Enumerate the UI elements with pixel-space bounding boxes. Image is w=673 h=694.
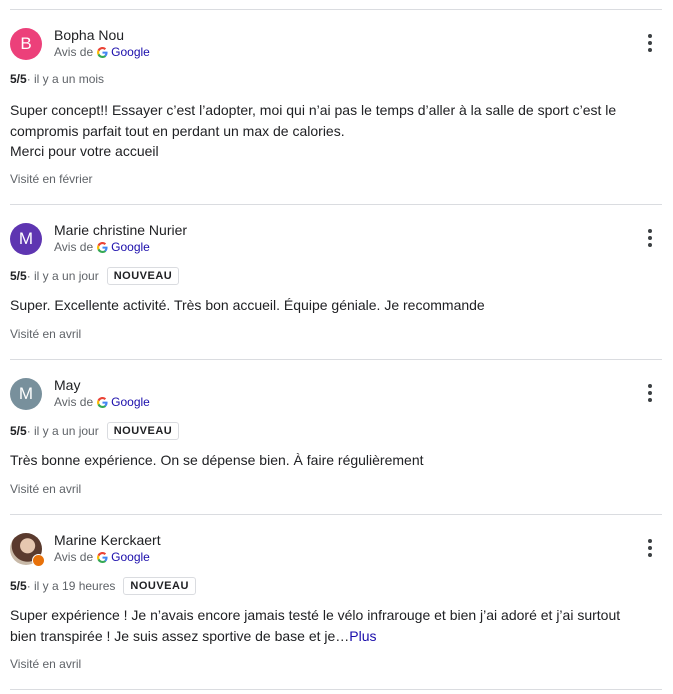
- review-meta: 5/5 · il y a un mois: [10, 72, 104, 86]
- source-prefix: Avis de: [54, 45, 94, 59]
- review-text: Super concept!! Essayer c’est l’adopter,…: [10, 100, 650, 162]
- new-badge: NOUVEAU: [123, 577, 196, 595]
- google-icon: [97, 241, 108, 253]
- review-time: · il y a 19 heures: [26, 579, 116, 593]
- reviewer-name[interactable]: May: [54, 377, 80, 393]
- source-google-label[interactable]: Google: [111, 550, 150, 564]
- review-text-line: Très bonne expérience. On se dépense bie…: [10, 452, 424, 468]
- review-text-line: Super expérience ! Je n’avais encore jam…: [10, 607, 621, 644]
- review-source: Avis de Google: [54, 395, 150, 409]
- source-prefix: Avis de: [54, 240, 94, 254]
- visited-date: Visité en avril: [10, 482, 82, 496]
- divider: [10, 689, 662, 690]
- divider: [10, 514, 662, 515]
- reviewer-name[interactable]: Marie christine Nurier: [54, 222, 187, 238]
- review-text-line: Super concept!! Essayer c’est l’adopter,…: [10, 102, 617, 139]
- review-time: · il y a un jour: [26, 424, 99, 438]
- divider: [10, 9, 662, 10]
- review-time: · il y a un mois: [26, 72, 105, 86]
- avatar[interactable]: B: [10, 28, 42, 60]
- more-link[interactable]: Plus: [349, 628, 376, 644]
- rating: 5/5: [10, 424, 27, 438]
- avatar[interactable]: M: [10, 378, 42, 410]
- review-meta: 5/5 · il y a un jour NOUVEAU: [10, 267, 180, 285]
- divider: [10, 359, 662, 360]
- review-text: Super. Excellente activité. Très bon acc…: [10, 295, 650, 316]
- more-options-icon[interactable]: [640, 31, 660, 55]
- divider: [10, 204, 662, 205]
- review-source: Avis de Google: [54, 240, 150, 254]
- review-text: Super expérience ! Je n’avais encore jam…: [10, 605, 650, 646]
- new-badge: NOUVEAU: [106, 422, 180, 440]
- reviewer-name[interactable]: Marine Kerckaert: [54, 532, 161, 548]
- review-source: Avis de Google: [54, 550, 150, 564]
- reviewer-name[interactable]: Bopha Nou: [54, 27, 124, 43]
- source-prefix: Avis de: [54, 395, 94, 409]
- visited-date: Visité en février: [10, 172, 93, 186]
- review-meta: 5/5 · il y a 19 heures NOUVEAU: [10, 577, 196, 595]
- review-source: Avis de Google: [54, 45, 150, 59]
- rating: 5/5: [10, 579, 27, 593]
- review-meta: 5/5 · il y a un jour NOUVEAU: [10, 422, 180, 440]
- source-prefix: Avis de: [54, 550, 94, 564]
- google-icon: [97, 396, 108, 408]
- local-guide-badge-icon: [32, 554, 45, 567]
- review-time: · il y a un jour: [26, 269, 99, 283]
- more-options-icon[interactable]: [640, 381, 660, 405]
- visited-date: Visité en avril: [10, 327, 82, 341]
- review-text-line: Merci pour votre accueil: [10, 143, 159, 159]
- rating: 5/5: [10, 269, 27, 283]
- avatar[interactable]: M: [10, 223, 42, 255]
- source-google-label[interactable]: Google: [111, 45, 150, 59]
- google-icon: [97, 551, 108, 563]
- new-badge: NOUVEAU: [106, 267, 180, 285]
- google-icon: [97, 46, 108, 58]
- more-options-icon[interactable]: [640, 536, 660, 560]
- source-google-label[interactable]: Google: [111, 240, 150, 254]
- review-text: Très bonne expérience. On se dépense bie…: [10, 450, 650, 471]
- source-google-label[interactable]: Google: [111, 395, 150, 409]
- visited-date: Visité en avril: [10, 657, 82, 671]
- rating: 5/5: [10, 72, 27, 86]
- review-text-line: Super. Excellente activité. Très bon acc…: [10, 297, 485, 313]
- more-options-icon[interactable]: [640, 226, 660, 250]
